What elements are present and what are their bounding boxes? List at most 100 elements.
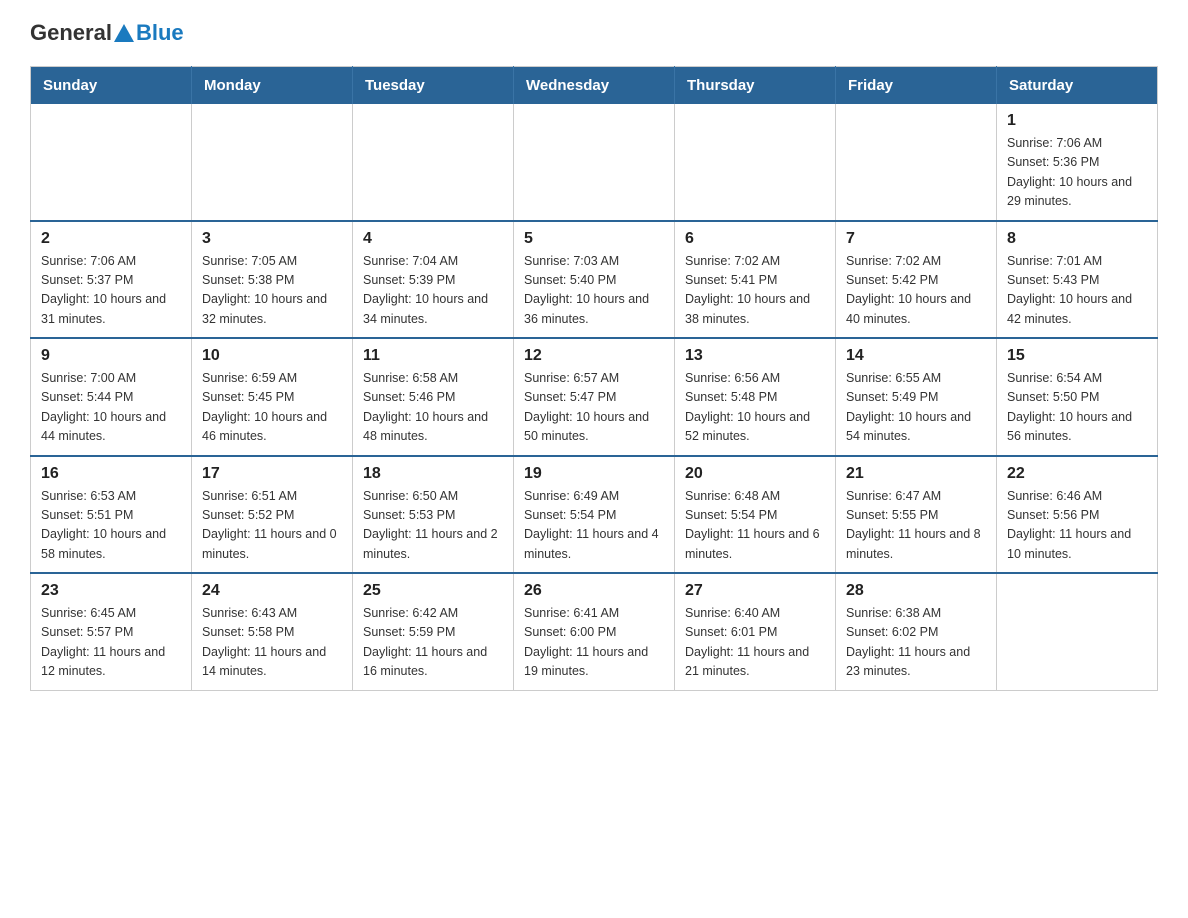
calendar-cell: [836, 104, 997, 221]
day-of-week-sunday: Sunday: [31, 67, 192, 105]
calendar-cell: [997, 573, 1158, 690]
week-row-1: 1 Sunrise: 7:06 AM Sunset: 5:36 PM Daylig…: [31, 104, 1158, 221]
day-of-week-saturday: Saturday: [997, 67, 1158, 105]
day-info: Sunrise: 7:06 AM Sunset: 5:37 PM Dayligh…: [41, 252, 181, 330]
day-number: 15: [1007, 347, 1147, 365]
calendar-cell: [353, 104, 514, 221]
day-info: Sunrise: 6:53 AM Sunset: 5:51 PM Dayligh…: [41, 487, 181, 565]
calendar-cell: 12Sunrise: 6:57 AM Sunset: 5:47 PM Dayli…: [514, 338, 675, 456]
calendar-cell: 5Sunrise: 7:03 AM Sunset: 5:40 PM Daylig…: [514, 221, 675, 339]
day-number: 14: [846, 347, 986, 365]
day-number: 20: [685, 465, 825, 483]
day-number: 4: [363, 230, 503, 248]
day-info: Sunrise: 6:46 AM Sunset: 5:56 PM Dayligh…: [1007, 487, 1147, 565]
week-row-3: 9Sunrise: 7:00 AM Sunset: 5:44 PM Daylig…: [31, 338, 1158, 456]
calendar-cell: 4 Sunrise: 7:04 AM Sunset: 5:39 PM Daylig…: [353, 221, 514, 339]
calendar-cell: 2 Sunrise: 7:06 AM Sunset: 5:37 PM Daylig…: [31, 221, 192, 339]
day-number: 1: [1007, 112, 1147, 130]
day-info: Sunrise: 6:47 AM Sunset: 5:55 PM Dayligh…: [846, 487, 986, 565]
page-header: General Blue: [30, 20, 1158, 46]
day-number: 10: [202, 347, 342, 365]
calendar-cell: [192, 104, 353, 221]
day-info: Sunrise: 6:45 AM Sunset: 5:57 PM Dayligh…: [41, 604, 181, 682]
day-number: 6: [685, 230, 825, 248]
week-row-5: 23 Sunrise: 6:45 AM Sunset: 5:57 PM Dayli…: [31, 573, 1158, 690]
day-info: Sunrise: 6:49 AM Sunset: 5:54 PM Dayligh…: [524, 487, 664, 565]
calendar-cell: 9Sunrise: 7:00 AM Sunset: 5:44 PM Daylig…: [31, 338, 192, 456]
day-info: Sunrise: 6:50 AM Sunset: 5:53 PM Dayligh…: [363, 487, 503, 565]
calendar-cell: 24 Sunrise: 6:43 AM Sunset: 5:58 PM Dayli…: [192, 573, 353, 690]
day-number: 9: [41, 347, 181, 365]
day-number: 11: [363, 347, 503, 365]
calendar-cell: 27 Sunrise: 6:40 AM Sunset: 6:01 PM Dayli…: [675, 573, 836, 690]
day-info: Sunrise: 6:54 AM Sunset: 5:50 PM Dayligh…: [1007, 369, 1147, 447]
calendar-cell: 22 Sunrise: 6:46 AM Sunset: 5:56 PM Dayli…: [997, 456, 1158, 574]
calendar-cell: 28 Sunrise: 6:38 AM Sunset: 6:02 PM Dayli…: [836, 573, 997, 690]
calendar-cell: 7Sunrise: 7:02 AM Sunset: 5:42 PM Daylig…: [836, 221, 997, 339]
day-number: 27: [685, 582, 825, 600]
week-row-2: 2 Sunrise: 7:06 AM Sunset: 5:37 PM Daylig…: [31, 221, 1158, 339]
day-number: 25: [363, 582, 503, 600]
day-info: Sunrise: 7:03 AM Sunset: 5:40 PM Dayligh…: [524, 252, 664, 330]
day-info: Sunrise: 6:51 AM Sunset: 5:52 PM Dayligh…: [202, 487, 342, 565]
day-number: 17: [202, 465, 342, 483]
day-info: Sunrise: 6:55 AM Sunset: 5:49 PM Dayligh…: [846, 369, 986, 447]
calendar-cell: 20 Sunrise: 6:48 AM Sunset: 5:54 PM Dayli…: [675, 456, 836, 574]
calendar-header: SundayMondayTuesdayWednesdayThursdayFrid…: [31, 67, 1158, 105]
calendar-cell: 16 Sunrise: 6:53 AM Sunset: 5:51 PM Dayli…: [31, 456, 192, 574]
day-of-week-wednesday: Wednesday: [514, 67, 675, 105]
calendar-cell: 6 Sunrise: 7:02 AM Sunset: 5:41 PM Daylig…: [675, 221, 836, 339]
day-number: 21: [846, 465, 986, 483]
calendar-cell: 19 Sunrise: 6:49 AM Sunset: 5:54 PM Dayli…: [514, 456, 675, 574]
day-info: Sunrise: 6:42 AM Sunset: 5:59 PM Dayligh…: [363, 604, 503, 682]
calendar-cell: 8Sunrise: 7:01 AM Sunset: 5:43 PM Daylig…: [997, 221, 1158, 339]
day-info: Sunrise: 6:56 AM Sunset: 5:48 PM Dayligh…: [685, 369, 825, 447]
calendar-cell: [514, 104, 675, 221]
calendar-cell: 17 Sunrise: 6:51 AM Sunset: 5:52 PM Dayli…: [192, 456, 353, 574]
calendar-cell: [31, 104, 192, 221]
day-number: 18: [363, 465, 503, 483]
day-info: Sunrise: 7:06 AM Sunset: 5:36 PM Dayligh…: [1007, 134, 1147, 212]
day-number: 2: [41, 230, 181, 248]
calendar-cell: 25 Sunrise: 6:42 AM Sunset: 5:59 PM Dayli…: [353, 573, 514, 690]
day-of-week-thursday: Thursday: [675, 67, 836, 105]
day-info: Sunrise: 7:01 AM Sunset: 5:43 PM Dayligh…: [1007, 252, 1147, 330]
calendar-body: 1 Sunrise: 7:06 AM Sunset: 5:36 PM Daylig…: [31, 104, 1158, 690]
logo-blue-text: Blue: [136, 20, 184, 46]
day-number: 24: [202, 582, 342, 600]
logo-triangle-icon: [114, 24, 134, 42]
calendar-cell: 13 Sunrise: 6:56 AM Sunset: 5:48 PM Dayli…: [675, 338, 836, 456]
day-of-week-monday: Monday: [192, 67, 353, 105]
calendar-cell: 23 Sunrise: 6:45 AM Sunset: 5:57 PM Dayli…: [31, 573, 192, 690]
calendar-cell: 10Sunrise: 6:59 AM Sunset: 5:45 PM Dayli…: [192, 338, 353, 456]
calendar-cell: 3Sunrise: 7:05 AM Sunset: 5:38 PM Daylig…: [192, 221, 353, 339]
day-number: 3: [202, 230, 342, 248]
days-of-week-row: SundayMondayTuesdayWednesdayThursdayFrid…: [31, 67, 1158, 105]
day-info: Sunrise: 6:43 AM Sunset: 5:58 PM Dayligh…: [202, 604, 342, 682]
day-info: Sunrise: 6:40 AM Sunset: 6:01 PM Dayligh…: [685, 604, 825, 682]
calendar-cell: 1 Sunrise: 7:06 AM Sunset: 5:36 PM Daylig…: [997, 104, 1158, 221]
day-number: 23: [41, 582, 181, 600]
day-info: Sunrise: 6:48 AM Sunset: 5:54 PM Dayligh…: [685, 487, 825, 565]
day-info: Sunrise: 7:04 AM Sunset: 5:39 PM Dayligh…: [363, 252, 503, 330]
day-of-week-friday: Friday: [836, 67, 997, 105]
day-info: Sunrise: 6:38 AM Sunset: 6:02 PM Dayligh…: [846, 604, 986, 682]
day-number: 16: [41, 465, 181, 483]
day-number: 19: [524, 465, 664, 483]
calendar-cell: 26 Sunrise: 6:41 AM Sunset: 6:00 PM Dayli…: [514, 573, 675, 690]
calendar-table: SundayMondayTuesdayWednesdayThursdayFrid…: [30, 66, 1158, 691]
day-info: Sunrise: 6:41 AM Sunset: 6:00 PM Dayligh…: [524, 604, 664, 682]
day-number: 26: [524, 582, 664, 600]
day-number: 22: [1007, 465, 1147, 483]
calendar-cell: 14 Sunrise: 6:55 AM Sunset: 5:49 PM Dayli…: [836, 338, 997, 456]
day-info: Sunrise: 6:57 AM Sunset: 5:47 PM Dayligh…: [524, 369, 664, 447]
logo-general-text: General: [30, 20, 112, 46]
day-number: 28: [846, 582, 986, 600]
day-of-week-tuesday: Tuesday: [353, 67, 514, 105]
calendar-cell: [675, 104, 836, 221]
logo: General Blue: [30, 20, 184, 46]
calendar-cell: 18 Sunrise: 6:50 AM Sunset: 5:53 PM Dayli…: [353, 456, 514, 574]
calendar-cell: 11Sunrise: 6:58 AM Sunset: 5:46 PM Dayli…: [353, 338, 514, 456]
day-number: 13: [685, 347, 825, 365]
day-info: Sunrise: 7:02 AM Sunset: 5:41 PM Dayligh…: [685, 252, 825, 330]
